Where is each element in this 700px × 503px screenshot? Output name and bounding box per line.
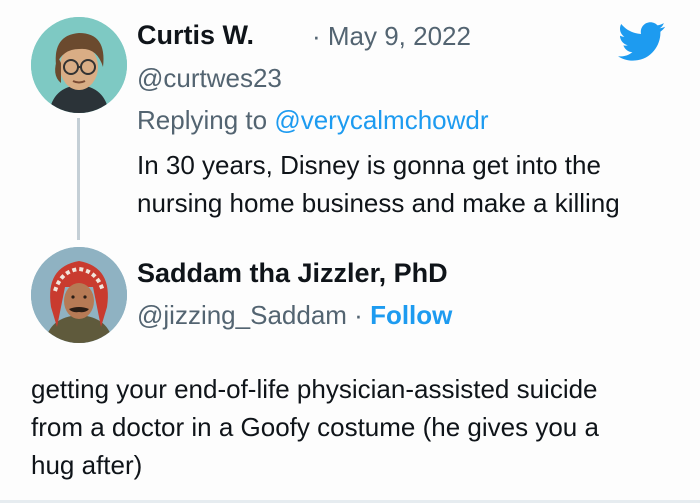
tweet-screenshot: Curtis W. · May 9, 2022 @curtwes23 Reply… xyxy=(0,0,700,503)
author-handle[interactable]: @jizzing_Saddam xyxy=(137,300,347,330)
replying-prefix: Replying to xyxy=(137,105,275,135)
twitter-bird-icon[interactable] xyxy=(618,22,666,62)
separator-dot: · xyxy=(346,300,371,330)
author-name[interactable]: Saddam tha Jizzler, PhD xyxy=(137,258,448,289)
tweet-text: getting your end-of-life physician-assis… xyxy=(31,370,599,484)
tweet-text-line: hug after) xyxy=(31,450,143,480)
author-handle-row: @jizzing_Saddam · Follow xyxy=(137,300,452,331)
author-handle[interactable]: @curtwes23 xyxy=(137,63,282,94)
follow-button[interactable]: Follow xyxy=(370,300,452,330)
tweet-text-line: getting your end-of-life physician-assis… xyxy=(31,374,598,404)
avatar-saddam[interactable] xyxy=(31,247,127,343)
tweet-date[interactable]: · May 9, 2022 xyxy=(312,21,471,52)
author-name[interactable]: Curtis W. xyxy=(137,20,254,51)
tweet-text-line: from a doctor in a Goofy costume (he giv… xyxy=(31,412,599,442)
replying-to: Replying to @verycalmchowdr xyxy=(137,105,489,136)
avatar-curtis[interactable] xyxy=(31,17,127,113)
tweet-text-line: In 30 years, Disney is gonna get into th… xyxy=(137,150,601,180)
tweet-text-line: nursing home business and make a killing xyxy=(137,188,620,218)
thread-connector xyxy=(77,118,80,240)
tweet-text: In 30 years, Disney is gonna get into th… xyxy=(137,146,620,222)
replying-to-handle[interactable]: @verycalmchowdr xyxy=(274,105,488,135)
